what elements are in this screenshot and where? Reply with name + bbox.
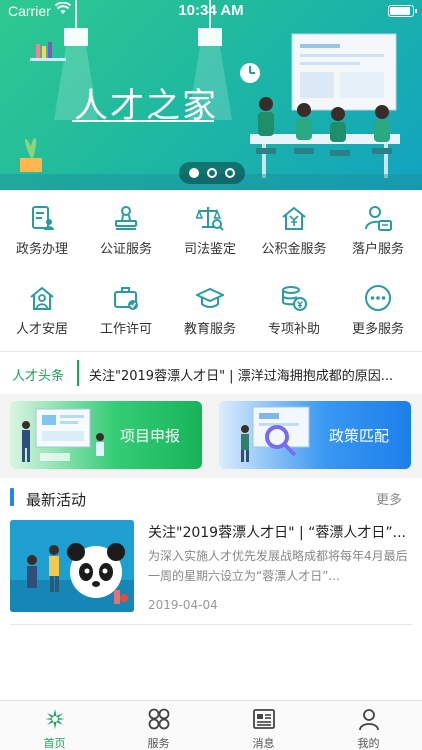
coins-yen-icon [282, 286, 307, 311]
tab-home[interactable]: 首页 [2, 701, 107, 750]
service-item-more[interactable]: 更多服务 [336, 270, 420, 350]
grid-icon [148, 708, 170, 730]
talent-headline-bar[interactable]: 人才头条 关注"2019蓉漂人才日" | 漂洋过海拥抱成都的原因... [0, 352, 422, 394]
service-item-forensic[interactable]: 司法鉴定 [168, 190, 252, 270]
service-label: 工作许可 [99, 322, 152, 337]
banner-carousel[interactable]: Carrier 10:34 AM 人才之家 [0, 0, 422, 190]
more-link[interactable]: 更多 [376, 489, 402, 508]
document-user-icon [32, 206, 54, 230]
clock-label: 10:34 AM [178, 2, 244, 19]
latest-activities-header: 最新活动 更多 [0, 480, 422, 516]
policy-matching-card[interactable]: 政策匹配 [219, 401, 411, 469]
service-label: 公证服务 [99, 242, 152, 257]
briefcase-check-icon [114, 287, 138, 310]
policy-matching-label: 政策匹配 [328, 427, 389, 445]
service-item-talent-housing[interactable]: 人才安居 [0, 270, 84, 350]
carousel-indicator[interactable] [179, 162, 245, 184]
service-item-special-subsidy[interactable]: 专项补助 [252, 270, 336, 350]
carousel-dot[interactable] [225, 168, 235, 178]
service-label: 公积金服务 [261, 242, 327, 257]
policy-illustration [241, 406, 310, 462]
project-illustration [22, 408, 104, 462]
panda-illustration [10, 520, 134, 612]
news-summary: 为深入实施人才优先发展战略成都将每年4月最后一周的星期六设立为“蓉漂人才日”..… [148, 549, 408, 583]
house-person-icon [30, 286, 54, 310]
news-date: 2019-04-04 [148, 598, 218, 612]
home-logo-icon [45, 709, 65, 729]
tab-label: 服务 [147, 737, 170, 750]
more-dots-icon [365, 285, 391, 311]
newspaper-icon [253, 709, 275, 729]
service-item-housing-fund[interactable]: 公积金服务 [252, 190, 336, 270]
service-item-education[interactable]: 教育服务 [168, 270, 252, 350]
service-label: 人才安居 [15, 322, 68, 337]
news-item[interactable]: 关注"2019蓉漂人才日" | “蓉漂人才日”... 为深入实施人才优先发展战略… [10, 520, 412, 624]
scale-search-icon [196, 207, 224, 231]
project-application-label: 项目申报 [119, 427, 180, 445]
carousel-dot[interactable] [189, 168, 199, 178]
tab-messages[interactable]: 消息 [211, 701, 316, 750]
graduation-cap-icon [196, 287, 224, 308]
carousel-dot[interactable] [207, 168, 217, 178]
headline-separator [77, 360, 79, 386]
service-label: 更多服务 [351, 322, 404, 337]
stamp-icon [115, 206, 137, 230]
news-thumbnail [10, 520, 134, 612]
app-screen: Carrier 10:34 AM 人才之家 政务办理 公证服务 司法鉴定 公积金… [0, 0, 422, 750]
service-label: 教育服务 [183, 322, 236, 337]
service-label: 政务办理 [15, 242, 68, 257]
divider [10, 624, 412, 625]
person-card-icon [365, 206, 392, 231]
headline-text[interactable]: 关注"2019蓉漂人才日" | 漂洋过海拥抱成都的原因... [89, 365, 411, 384]
news-title[interactable]: 关注"2019蓉漂人才日" | “蓉漂人才日”... [148, 522, 410, 542]
tab-mine[interactable]: 我的 [316, 701, 421, 750]
project-application-card[interactable]: 项目申报 [10, 401, 202, 469]
tab-label: 首页 [43, 737, 66, 750]
bottom-tab-bar: 首页 服务 消息 我的 [0, 700, 422, 750]
service-label: 司法鉴定 [183, 242, 236, 257]
section-title: 最新活动 [26, 491, 87, 509]
section-accent-bar [10, 488, 14, 506]
service-grid: 政务办理 公证服务 司法鉴定 公积金服务 落户服务 人才安居 工作许可 教育服务… [0, 190, 422, 350]
service-item-government-affairs[interactable]: 政务办理 [0, 190, 84, 270]
headline-tag: 人才头条 [12, 369, 65, 384]
tab-label: 我的 [357, 737, 380, 750]
house-yen-icon [282, 206, 306, 230]
service-item-settlement[interactable]: 落户服务 [336, 190, 420, 270]
service-item-work-permit[interactable]: 工作许可 [84, 270, 168, 350]
tab-label: 消息 [252, 737, 275, 750]
service-label: 落户服务 [351, 242, 404, 257]
banner-title-underline [72, 120, 214, 122]
service-item-notary[interactable]: 公证服务 [84, 190, 168, 270]
tab-services[interactable]: 服务 [106, 701, 211, 750]
service-label: 专项补助 [267, 322, 320, 337]
user-icon [359, 709, 379, 731]
status-bar: Carrier 10:34 AM [0, 0, 422, 22]
battery-icon [388, 5, 417, 17]
